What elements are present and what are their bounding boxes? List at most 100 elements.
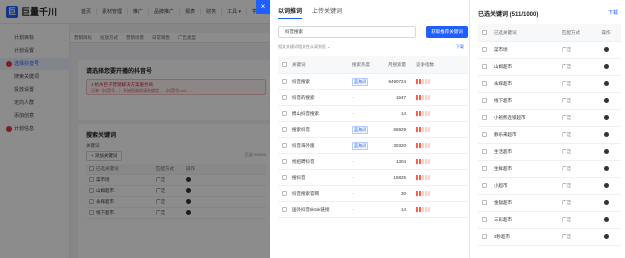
competition-bars [416,110,430,116]
gear-icon[interactable] [603,183,609,188]
competition-bar [416,94,418,100]
gear-icon[interactable] [603,81,609,86]
checkbox[interactable] [482,234,487,239]
checkbox[interactable] [482,149,487,154]
action-cell [596,132,616,138]
competition-cell [410,174,440,181]
gear-icon[interactable] [603,64,609,69]
gear-icon[interactable] [603,47,609,52]
checkbox[interactable] [482,115,487,120]
checkbox[interactable] [482,132,487,137]
close-icon[interactable]: × [256,0,270,14]
competition-bar [422,142,424,148]
row-check [278,190,292,197]
checkbox[interactable] [282,126,287,132]
table-row: 生活超市 广泛 [478,144,621,161]
heat-cell: - [352,175,382,180]
select-all-selected-checkbox[interactable] [482,29,487,35]
row-check [478,81,494,87]
action-cell [596,98,616,104]
table-row[interactable]: 搜索抖音 蓝海词 66929 [278,122,468,138]
selected-keyword-text: 菜市场 [494,47,508,52]
gear-icon[interactable] [603,166,609,171]
checkbox[interactable] [482,98,487,103]
match-type[interactable]: 广泛 [562,149,596,155]
checkbox[interactable] [282,110,287,116]
seed-keyword-input[interactable]: 抖音搜索 [278,26,416,38]
gear-icon[interactable] [603,217,609,222]
gear-icon[interactable] [603,234,609,239]
match-type[interactable]: 广泛 [562,166,596,172]
checkbox[interactable] [482,183,487,188]
checkbox[interactable] [482,200,487,205]
col-competition[interactable]: 竞争指数 [410,62,440,68]
download-link[interactable]: 下载 [456,44,464,50]
checkbox[interactable] [282,158,287,164]
competition-bar [428,142,430,148]
row-check [478,149,494,155]
table-row[interactable]: 搜抖音 - 15825 [278,170,468,186]
table-row[interactable]: 抖音的搜索 - 1647 [278,90,468,106]
match-type[interactable]: 广泛 [562,47,596,53]
competition-bars [416,94,430,100]
table-row[interactable]: 抖音海外版 蓝海词 30320 [278,138,468,154]
table-row[interactable]: 抖音搜索 蓝海词 6490724 [278,74,468,90]
checkbox[interactable] [282,206,287,212]
tab-word-to-word[interactable]: 以词推词 [278,6,303,19]
table-row[interactable]: 找招聘抖音 - 1304 [278,154,468,170]
heat-cell: 蓝海词 [352,77,382,86]
checkbox[interactable] [282,78,287,84]
match-type[interactable]: 广泛 [562,234,596,240]
gear-icon[interactable] [603,149,609,154]
heat-cell: 蓝海词 [352,141,382,150]
select-all-checkbox[interactable] [282,61,287,67]
competition-bars [416,206,430,212]
competition-bar [428,126,430,132]
keyword-text: 抖音搜索 [292,78,310,84]
competition-cell [410,190,440,197]
get-recommend-button[interactable]: 获取推荐关键词 [426,26,468,38]
match-type[interactable]: 广泛 [562,81,596,87]
gear-icon[interactable] [603,98,609,103]
selected-keyword-text: 山姆超市 [494,64,512,69]
col-heat[interactable]: 搜索热度 [352,62,382,68]
checkbox[interactable] [482,81,487,86]
gear-icon[interactable] [603,132,609,137]
competition-bar [419,158,421,164]
recommend-pane: 以词推词 上传关键词 抖音搜索 获取推荐关键词 相关关键词相关性从高到低 ⌄ 下… [270,0,470,258]
table-row[interactable]: 携山抖音搜索 - 14 [278,106,468,122]
competition-bar [422,174,424,180]
checkbox[interactable] [482,47,487,52]
competition-bar [419,206,421,212]
checkbox[interactable] [482,166,487,171]
selected-download-link[interactable]: 下载 [608,9,618,16]
match-type[interactable]: 广泛 [562,64,596,70]
gear-icon[interactable] [603,200,609,205]
checkbox[interactable] [482,217,487,222]
gear-icon[interactable] [603,115,609,120]
table-row[interactable]: 抖音搜索官网 - 30 [278,186,468,202]
col-volume[interactable]: 月搜索量 [382,62,410,68]
competition-bar [416,110,418,116]
checkbox[interactable] [282,94,287,100]
selected-keyword-text: 金辐超市 [494,200,512,205]
competition-bar [425,78,427,84]
heat-cell: - [352,191,382,196]
match-type[interactable]: 广泛 [562,98,596,104]
sort-hint[interactable]: 相关关键词相关性从高到低 ⌄ [278,44,330,50]
competition-cell [410,78,440,85]
checkbox[interactable] [282,142,287,148]
match-type[interactable]: 广泛 [562,183,596,189]
competition-bar [428,78,430,84]
blue-ocean-badge: 蓝海词 [352,125,368,134]
checkbox[interactable] [482,64,487,69]
match-type[interactable]: 广泛 [562,115,596,121]
tab-upload-keywords[interactable]: 上传关键词 [312,6,342,19]
table-row[interactable]: 国外抖音tiktok链接 - 14 [278,202,468,218]
match-type[interactable]: 广泛 [562,132,596,138]
match-type[interactable]: 广泛 [562,200,596,206]
match-type[interactable]: 广泛 [562,217,596,223]
selected-table-header: 已选关键词 匹配方式 操作 [478,24,621,42]
checkbox[interactable] [282,190,287,196]
checkbox[interactable] [282,174,287,180]
